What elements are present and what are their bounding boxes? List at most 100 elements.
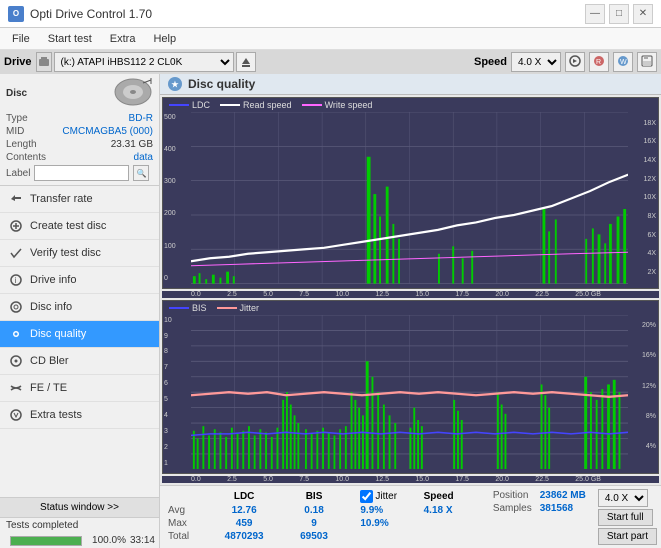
avg-row-label: Avg bbox=[164, 504, 205, 517]
length-label: Length bbox=[6, 139, 37, 150]
contents-value: data bbox=[134, 152, 153, 163]
samples-label: Samples bbox=[489, 502, 536, 515]
nav-create-test-disc-label: Create test disc bbox=[30, 220, 106, 232]
mid-label: MID bbox=[6, 126, 24, 137]
nav-transfer-rate[interactable]: Transfer rate bbox=[0, 186, 159, 213]
disc-quality-header: ★ Disc quality bbox=[160, 74, 661, 95]
nav-fe-te[interactable]: FE / TE bbox=[0, 375, 159, 402]
position-stats-table: Position 23862 MB Samples 381568 bbox=[489, 489, 590, 515]
minimize-button[interactable]: — bbox=[585, 4, 605, 24]
jitter-col-header: Jitter bbox=[375, 491, 397, 502]
close-button[interactable]: ✕ bbox=[633, 4, 653, 24]
menu-bar: File Start test Extra Help bbox=[0, 28, 661, 50]
nav-extra-tests-label: Extra tests bbox=[30, 409, 82, 421]
speed-icon-3[interactable]: W bbox=[613, 52, 633, 72]
maximize-button[interactable]: □ bbox=[609, 4, 629, 24]
bis-chart-container: BIS Jitter 10 9 8 7 6 bbox=[162, 300, 659, 474]
avg-bis: 0.18 bbox=[283, 504, 345, 517]
progress-bar bbox=[10, 536, 82, 546]
write-speed-legend: Write speed bbox=[302, 100, 373, 110]
status-text: Tests completed bbox=[6, 520, 78, 531]
speed-select[interactable]: 4.0 X bbox=[511, 52, 561, 72]
ldc-legend: LDC bbox=[169, 100, 210, 110]
nav-extra-tests[interactable]: Extra tests bbox=[0, 402, 159, 429]
menu-start-test[interactable]: Start test bbox=[40, 31, 100, 47]
menu-file[interactable]: File bbox=[4, 31, 38, 47]
chart1-x-axis: 0.0 2.5 5.0 7.5 10.0 12.5 15.0 17.5 20.0… bbox=[162, 291, 659, 298]
ldc-chart-plot bbox=[191, 112, 628, 284]
main-layout: Disc Type BD-R MID CMCMAGBA5 (000) bbox=[0, 74, 661, 548]
length-value: 23.31 GB bbox=[111, 139, 153, 150]
speed-icon-2[interactable]: R bbox=[589, 52, 609, 72]
sidebar: Disc Type BD-R MID CMCMAGBA5 (000) bbox=[0, 74, 160, 548]
total-bis: 69503 bbox=[283, 530, 345, 543]
svg-text:W: W bbox=[620, 59, 627, 66]
nav-items: Transfer rate Create test disc Verify te… bbox=[0, 186, 159, 497]
position-value: 23862 MB bbox=[536, 489, 590, 502]
nav-disc-quality-label: Disc quality bbox=[30, 328, 86, 340]
start-full-button[interactable]: Start full bbox=[598, 509, 653, 526]
disc-section-title: Disc bbox=[6, 88, 27, 99]
avg-speed: 4.18 X bbox=[420, 504, 474, 517]
elapsed-time: 33:14 bbox=[130, 535, 155, 546]
nav-verify-test-disc-label: Verify test disc bbox=[30, 247, 101, 259]
fe-te-icon bbox=[8, 380, 24, 396]
sidebar-bottom: Status window >> Tests completed 100.0% … bbox=[0, 497, 159, 548]
verify-test-disc-icon bbox=[8, 245, 24, 261]
read-speed-legend: Read speed bbox=[220, 100, 292, 110]
chart2-x-axis: 0.0 2.5 5.0 7.5 10.0 12.5 15.0 17.5 20.0… bbox=[162, 476, 659, 483]
charts-area: LDC Read speed Write speed 500 bbox=[160, 95, 661, 485]
disc-quality-section-icon: ★ bbox=[168, 77, 182, 91]
status-window-button[interactable]: Status window >> bbox=[0, 498, 159, 518]
transfer-rate-icon bbox=[8, 191, 24, 207]
label-input[interactable] bbox=[34, 165, 129, 181]
nav-cd-bler[interactable]: CD Bler bbox=[0, 348, 159, 375]
nav-create-test-disc[interactable]: Create test disc bbox=[0, 213, 159, 240]
ldc-col-header: LDC bbox=[205, 489, 283, 504]
bis-col-header: BIS bbox=[283, 489, 345, 504]
disc-label-field: Label bbox=[6, 168, 30, 179]
nav-disc-info[interactable]: Disc info bbox=[0, 294, 159, 321]
avg-ldc: 12.76 bbox=[205, 504, 283, 517]
disc-visual bbox=[113, 78, 153, 109]
drive-select[interactable]: (k:) ATAPI iHBS112 2 CL0K bbox=[54, 52, 234, 72]
speed-dropdown[interactable]: 4.0 X bbox=[598, 489, 648, 507]
nav-drive-info[interactable]: i Drive info bbox=[0, 267, 159, 294]
nav-cd-bler-label: CD Bler bbox=[30, 355, 69, 367]
nav-transfer-rate-label: Transfer rate bbox=[30, 193, 93, 205]
bis-legend: BIS bbox=[169, 303, 207, 313]
content-area: ★ Disc quality LDC Read speed bbox=[160, 74, 661, 548]
nav-disc-quality[interactable]: Disc quality bbox=[0, 321, 159, 348]
menu-help[interactable]: Help bbox=[145, 31, 184, 47]
drive-icon bbox=[36, 52, 52, 72]
jitter-header-cell: Jitter bbox=[356, 489, 419, 504]
speed-section: Speed 4.0 X R W bbox=[474, 52, 657, 72]
ldc-chart-container: LDC Read speed Write speed 500 bbox=[162, 97, 659, 289]
eject-button[interactable] bbox=[236, 52, 256, 72]
label-button[interactable]: 🔍 bbox=[133, 165, 149, 181]
drive-section: Drive (k:) ATAPI iHBS112 2 CL0K bbox=[4, 52, 466, 72]
stats-area: LDC BIS Jitter Speed Avg 12.76 0.18 9.9% bbox=[160, 485, 661, 548]
extra-tests-icon bbox=[8, 407, 24, 423]
svg-text:R: R bbox=[596, 59, 601, 66]
nav-drive-info-label: Drive info bbox=[30, 274, 76, 286]
app-title: Opti Drive Control 1.70 bbox=[30, 7, 152, 21]
position-label: Position bbox=[489, 489, 536, 502]
nav-verify-test-disc[interactable]: Verify test disc bbox=[0, 240, 159, 267]
nav-disc-info-label: Disc info bbox=[30, 301, 72, 313]
toolbar: Drive (k:) ATAPI iHBS112 2 CL0K Speed 4.… bbox=[0, 50, 661, 74]
status-bar: Tests completed bbox=[0, 518, 159, 533]
menu-extra[interactable]: Extra bbox=[102, 31, 144, 47]
speed-icon-1[interactable] bbox=[565, 52, 585, 72]
jitter-legend: Jitter bbox=[217, 303, 260, 313]
jitter-checkbox[interactable] bbox=[360, 490, 373, 503]
samples-value: 381568 bbox=[536, 502, 590, 515]
type-value: BD-R bbox=[129, 113, 153, 124]
start-part-button[interactable]: Start part bbox=[598, 528, 657, 545]
save-button[interactable] bbox=[637, 52, 657, 72]
bis-chart-plot bbox=[191, 315, 628, 469]
drive-label: Drive bbox=[4, 56, 32, 68]
app-icon: O bbox=[8, 6, 24, 22]
disc-quality-title: Disc quality bbox=[188, 77, 255, 91]
svg-text:i: i bbox=[15, 276, 17, 285]
